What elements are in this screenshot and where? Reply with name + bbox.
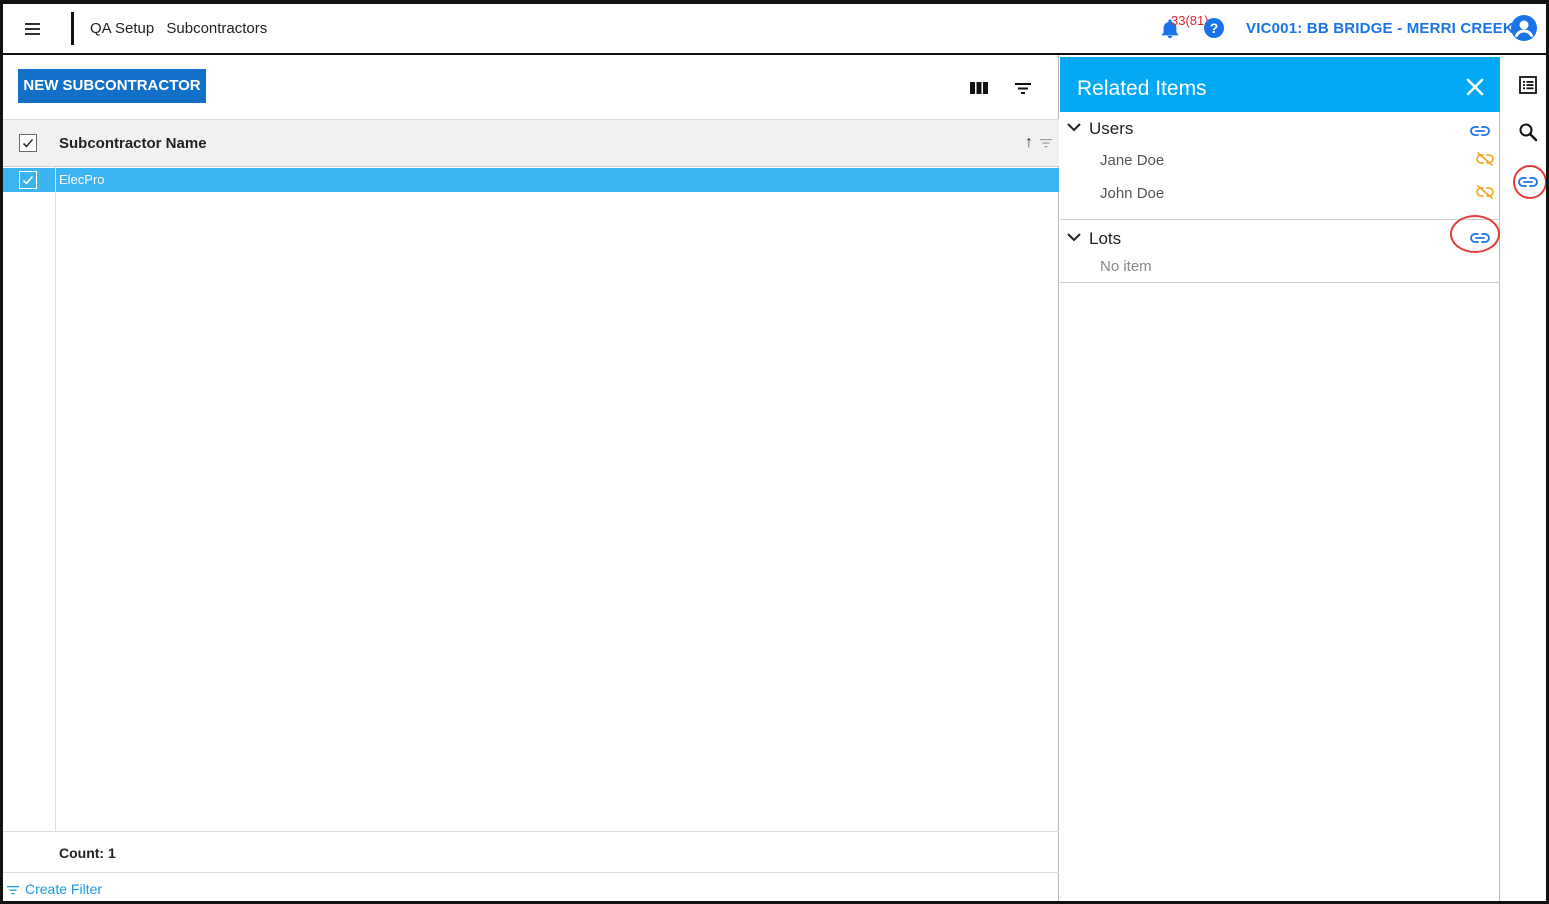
hamburger-menu-icon[interactable] — [21, 18, 47, 40]
create-filter-label: Create Filter — [25, 881, 103, 897]
search-icon[interactable] — [1518, 122, 1538, 142]
list-item[interactable]: John Doe — [1100, 185, 1164, 202]
new-subcontractor-button[interactable]: NEW SUBCONTRACTOR — [18, 69, 206, 103]
users-section: Users Jane Doe John Doe — [1060, 114, 1500, 220]
list-item[interactable]: Jane Doe — [1100, 152, 1164, 169]
close-icon[interactable] — [1465, 77, 1485, 97]
users-section-header[interactable]: Users — [1060, 114, 1500, 142]
link-icon[interactable] — [1470, 125, 1490, 137]
column-filter-icon[interactable] — [1040, 138, 1052, 148]
help-icon[interactable]: ? — [1204, 18, 1224, 38]
empty-state-text: No item — [1100, 258, 1152, 275]
column-header-subcontractor-name[interactable]: Subcontractor Name — [59, 135, 207, 152]
sort-arrow-icon[interactable]: ↑ — [1025, 134, 1033, 152]
header-divider — [71, 12, 74, 45]
breadcrumb-subcontractors: Subcontractors — [166, 20, 268, 37]
table-row[interactable]: ElecPro — [3, 168, 1059, 192]
link-icon[interactable] — [1518, 175, 1538, 189]
lots-section-title: Lots — [1089, 229, 1122, 248]
select-all-checkbox[interactable] — [19, 134, 37, 152]
subcontractor-grid-area: NEW SUBCONTRACTOR Subcontractor Name ↑ E… — [3, 55, 1059, 901]
unlink-icon[interactable] — [1476, 152, 1494, 166]
unlink-icon[interactable] — [1476, 185, 1494, 199]
filter-small-icon — [7, 886, 19, 895]
top-header: QA Setup Subcontractors 33(81) ? VIC001:… — [3, 4, 1546, 55]
link-icon[interactable] — [1470, 232, 1490, 244]
right-tool-rail — [1501, 57, 1546, 901]
breadcrumb: QA Setup Subcontractors — [90, 20, 275, 37]
project-selector[interactable]: VIC001: BB BRIDGE - MERRI CREEK — [1246, 20, 1514, 37]
lots-section: Lots No item — [1060, 215, 1500, 283]
related-items-title: Related Items — [1077, 77, 1207, 100]
grid-header: Subcontractor Name ↑ — [3, 119, 1059, 167]
grid-footer: Count: 1 — [3, 831, 1059, 873]
create-filter-link[interactable]: Create Filter — [7, 881, 102, 897]
avatar[interactable] — [1511, 15, 1537, 41]
list-icon[interactable] — [1518, 75, 1538, 95]
row-count: Count: 1 — [59, 845, 116, 861]
notification-count[interactable]: 33(81) — [1171, 13, 1209, 28]
related-items-panel: Related Items Users Jane Doe John Doe Lo… — [1060, 57, 1500, 901]
chevron-down-icon — [1067, 233, 1081, 242]
app-window: QA Setup Subcontractors 33(81) ? VIC001:… — [0, 0, 1549, 904]
related-items-header: Related Items — [1060, 57, 1500, 112]
row-checkbox[interactable] — [19, 171, 37, 189]
chevron-down-icon — [1067, 123, 1081, 132]
user-icon — [1515, 20, 1533, 37]
users-section-title: Users — [1089, 119, 1134, 138]
columns-icon[interactable] — [968, 79, 990, 97]
filter-icon[interactable] — [1012, 79, 1034, 97]
row-subcontractor-name: ElecPro — [59, 172, 105, 187]
column-divider — [55, 167, 56, 831]
lots-section-header[interactable]: Lots — [1060, 224, 1500, 252]
breadcrumb-qa-setup[interactable]: QA Setup — [90, 20, 154, 37]
